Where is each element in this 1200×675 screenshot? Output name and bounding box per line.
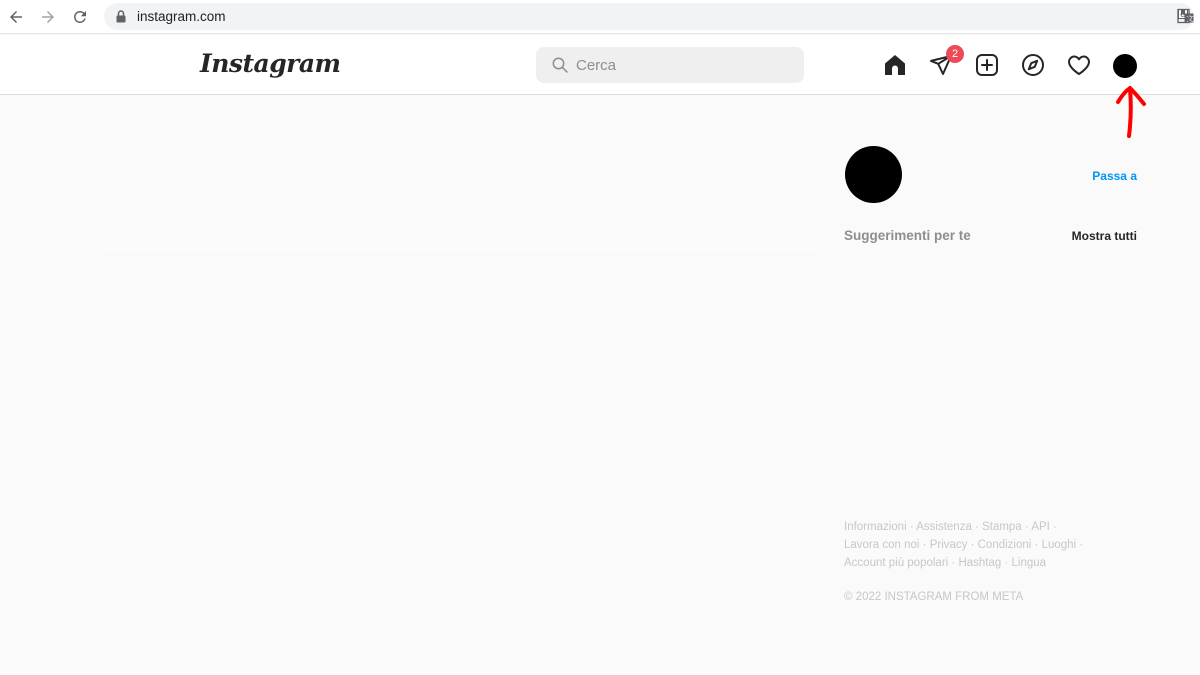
back-arrow-icon: [10, 11, 22, 23]
lock-icon: [116, 10, 126, 23]
home-button[interactable]: [882, 52, 908, 78]
footer-link[interactable]: Lavora con noi: [844, 539, 919, 551]
current-user-avatar[interactable]: [845, 146, 902, 203]
footer-link[interactable]: Informazioni: [844, 521, 907, 533]
footer-link[interactable]: Condizioni: [978, 539, 1032, 551]
reload-icon: [73, 10, 86, 23]
footer-link[interactable]: Assistenza: [916, 521, 972, 533]
footer-link[interactable]: API: [1031, 521, 1050, 533]
url-text: instagram.com: [137, 9, 226, 24]
show-all-link[interactable]: Mostra tutti: [1072, 229, 1137, 243]
forward-arrow-icon: [42, 11, 54, 23]
footer-link[interactable]: Lingua: [1012, 557, 1047, 569]
copyright-text: © 2022 INSTAGRAM FROM META: [844, 591, 1024, 603]
browser-toolbar: instagram.com G文: [0, 0, 1200, 34]
bookmark-icon[interactable]: [1176, 8, 1192, 24]
address-bar[interactable]: instagram.com G文: [104, 3, 1194, 30]
profile-avatar-button[interactable]: [1113, 54, 1137, 78]
annotation-arrow-icon: [1116, 86, 1146, 138]
instagram-header: Instagram 2: [0, 35, 1200, 95]
instagram-logo[interactable]: Instagram: [200, 49, 341, 78]
heart-icon: [1068, 55, 1090, 75]
footer-link[interactable]: Privacy: [930, 539, 968, 551]
search-icon: [552, 57, 568, 73]
footer-link[interactable]: Hashtag: [958, 557, 1001, 569]
messages-badge: 2: [946, 45, 964, 63]
new-post-button[interactable]: [974, 52, 1000, 78]
search-box[interactable]: [536, 47, 804, 83]
compass-icon: [1022, 54, 1044, 76]
messages-button[interactable]: 2: [928, 45, 964, 78]
back-button[interactable]: [4, 5, 28, 29]
explore-button[interactable]: [1020, 52, 1046, 78]
home-icon: [885, 55, 905, 75]
reload-button[interactable]: [68, 5, 92, 29]
footer-links: Informazioni · Assistenza · Stampa · API…: [844, 521, 1084, 569]
footer-link[interactable]: Account più popolari: [844, 557, 948, 569]
activity-button[interactable]: [1066, 52, 1092, 78]
suggestions-title: Suggerimenti per te: [844, 228, 971, 243]
feed-divider: [104, 249, 820, 250]
footer-link[interactable]: Luoghi: [1042, 539, 1077, 551]
switch-account-link[interactable]: Passa a: [1092, 169, 1137, 183]
add-post-icon: [976, 54, 998, 76]
search-input[interactable]: [576, 47, 796, 83]
footer-link[interactable]: Stampa: [982, 521, 1022, 533]
forward-button[interactable]: [36, 5, 60, 29]
